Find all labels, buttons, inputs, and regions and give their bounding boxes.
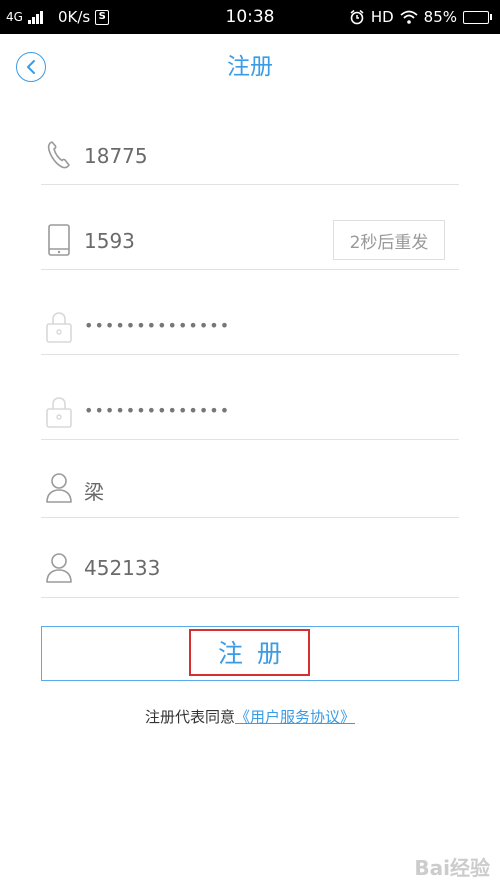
id-number-value: 452133 [84,556,161,580]
clock: 10:38 [225,7,275,27]
resend-button[interactable]: 2秒后重发 [333,220,445,260]
battery-icon [463,10,492,24]
phone-value: 18775 [84,144,148,168]
phone-icon [44,138,74,172]
baidu-jingyan-watermark: Bai经验 [414,856,490,880]
confirm-password-value: •••••••••••••• [84,401,231,420]
hd-indicator: HD [370,8,394,26]
confirm-password-field[interactable]: •••••••••••••• [41,355,459,440]
name-value: 梁 [84,480,104,504]
header: 注册 [0,34,500,100]
register-button[interactable]: 注册 [41,626,459,681]
lock-icon [44,310,74,344]
verification-code-field[interactable]: 1593 2秒后重发 [41,185,459,270]
agreement-prefix: 注册代表同意 [144,708,235,726]
status-bar: 4G 0K/s S 10:38 HD 85% [0,0,500,34]
page-title: 注册 [227,54,273,80]
network-speed: 0K/s [57,8,91,26]
password-field[interactable]: •••••••••••••• [41,270,459,355]
network-type: 4G [6,10,23,24]
code-value: 1593 [84,229,135,253]
password-value: •••••••••••••• [84,316,231,335]
user-agreement-link[interactable]: 《用户服务协议》 [235,708,355,726]
phone-field[interactable]: 18775 [41,128,459,185]
register-button-label: 注册 [217,639,296,668]
signal-icon [27,10,43,24]
back-button[interactable] [16,52,46,82]
id-number-field[interactable]: 452133 [41,518,459,598]
name-field[interactable]: 梁 [41,440,459,518]
tablet-icon [44,223,74,257]
app-notification-icon: S [95,9,110,25]
agreement-text: 注册代表同意《用户服务协议》 [0,706,500,727]
user-icon [44,470,74,504]
lock-icon [44,395,74,429]
wifi-icon [400,10,418,24]
user-icon [44,550,74,584]
alarm-icon [350,9,364,25]
battery-percent: 85% [423,8,457,26]
chevron-left-icon [27,60,35,74]
